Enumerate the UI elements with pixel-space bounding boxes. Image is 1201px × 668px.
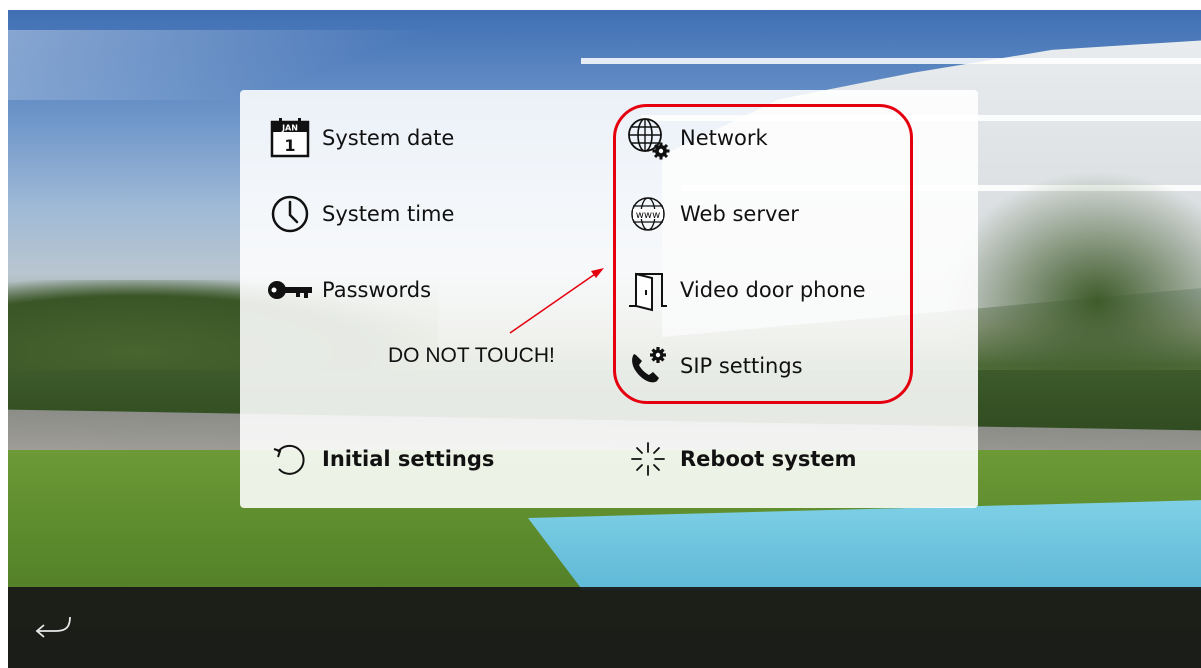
passwords-item[interactable]: Passwords <box>264 265 431 315</box>
calendar-day: 1 <box>284 136 295 155</box>
background-trees <box>941 170 1201 390</box>
clock-icon <box>264 191 316 237</box>
initial-settings-label: Initial settings <box>322 447 495 471</box>
calendar-month: JAN <box>281 124 298 133</box>
reset-icon <box>264 436 316 482</box>
initial-settings-item[interactable]: Initial settings <box>264 434 494 484</box>
back-button[interactable] <box>30 609 78 645</box>
system-date-label: System date <box>322 126 455 150</box>
building-floor-line <box>581 58 1201 64</box>
system-time-label: System time <box>322 202 455 226</box>
bottom-bar <box>8 587 1201 668</box>
reboot-system-label: Reboot system <box>680 447 857 471</box>
annotation-highlight-box <box>613 104 913 404</box>
key-icon <box>264 267 316 313</box>
annotation-warning-text: DO NOT TOUCH! <box>388 344 555 367</box>
system-time-item[interactable]: System time <box>264 189 454 239</box>
back-arrow-icon <box>30 616 78 649</box>
device-screen: JAN 1 System date System time Passwords … <box>8 10 1201 668</box>
calendar-icon: JAN 1 <box>264 115 316 161</box>
system-date-item[interactable]: JAN 1 System date <box>264 113 454 163</box>
passwords-label: Passwords <box>322 278 432 302</box>
reboot-icon <box>622 436 674 482</box>
reboot-system-item[interactable]: Reboot system <box>622 434 857 484</box>
